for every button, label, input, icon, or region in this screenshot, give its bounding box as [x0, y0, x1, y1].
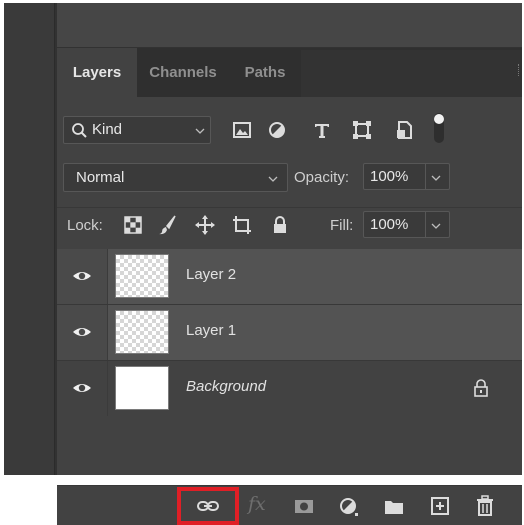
chevron-down-icon[interactable] [431, 173, 441, 183]
new-group-icon[interactable] [382, 494, 406, 518]
delete-icon[interactable] [473, 494, 497, 518]
lock-all-icon[interactable] [268, 213, 292, 237]
blend-mode-select[interactable]: Normal [63, 163, 288, 192]
tab-paths[interactable]: Paths [229, 48, 301, 97]
layers-panel: Layers Channels Paths Kind Normal Opacit… [57, 48, 522, 525]
lock-transparent-pixels-icon[interactable] [121, 213, 145, 237]
type-filter-icon[interactable] [309, 117, 335, 143]
filter-toggle-icon[interactable] [429, 111, 449, 145]
shape-filter-icon[interactable] [349, 117, 375, 143]
layer-thumbnail [115, 310, 169, 354]
smart-object-filter-icon[interactable] [391, 117, 417, 143]
image-filter-icon[interactable] [229, 117, 255, 143]
chevron-down-icon[interactable] [431, 221, 441, 231]
fill-label: Fill: [330, 217, 354, 234]
panel-grip[interactable] [518, 64, 522, 76]
layer-name[interactable]: Layer 2 [186, 266, 236, 283]
tab-bar-empty [301, 50, 522, 97]
opacity-field[interactable]: 100% [363, 163, 450, 190]
lock-artboard-icon[interactable] [230, 213, 254, 237]
eye-icon[interactable] [72, 323, 92, 341]
opacity-label: Opacity: [294, 169, 350, 186]
add-mask-icon[interactable] [292, 494, 316, 518]
field-divider [425, 164, 426, 189]
visibility-cell[interactable] [57, 361, 108, 416]
new-layer-icon[interactable] [428, 494, 452, 518]
divider [57, 207, 522, 208]
visibility-cell[interactable] [57, 305, 108, 360]
layer-name[interactable]: Background [186, 378, 266, 395]
lock-image-pixels-icon[interactable] [156, 213, 180, 237]
left-toolbar-strip [4, 3, 55, 475]
blend-mode-value: Normal [76, 169, 125, 186]
tab-layers[interactable]: Layers [57, 48, 137, 97]
chevron-down-icon [268, 176, 278, 182]
fill-value: 100% [370, 216, 409, 233]
layer-row[interactable]: Layer 2 [57, 249, 522, 304]
panel-tabs: Layers Channels Paths [57, 48, 522, 97]
lock-label: Lock: [67, 217, 103, 234]
filter-kind-label: Kind [92, 121, 123, 138]
eye-icon[interactable] [72, 267, 92, 285]
chevron-down-icon [195, 128, 205, 134]
visibility-cell[interactable] [57, 249, 108, 304]
tab-channels[interactable]: Channels [137, 48, 229, 97]
adjustment-layer-icon[interactable] [337, 494, 361, 518]
layer-thumbnail [115, 366, 169, 410]
field-divider [425, 212, 426, 237]
panel-content: Kind Normal Opacity: 100% Lock: Fill: 10… [57, 97, 522, 525]
layer-row[interactable]: Background [57, 361, 522, 416]
eye-icon[interactable] [72, 379, 92, 397]
layer-row[interactable]: Layer 1 [57, 305, 522, 360]
lock-icon[interactable] [472, 378, 490, 398]
layer-name[interactable]: Layer 1 [186, 322, 236, 339]
layer-thumbnail [115, 254, 169, 298]
fx-icon[interactable]: fx [248, 493, 266, 515]
layers-bottom-bar: fx [57, 485, 522, 525]
search-icon [72, 123, 87, 138]
fill-field[interactable]: 100% [363, 211, 450, 238]
link-highlight-box [177, 487, 239, 525]
filter-kind-select[interactable]: Kind [63, 116, 211, 144]
panel-top-area [57, 3, 522, 47]
adjustment-filter-icon[interactable] [264, 117, 290, 143]
opacity-value: 100% [370, 168, 409, 185]
lock-position-icon[interactable] [193, 213, 217, 237]
